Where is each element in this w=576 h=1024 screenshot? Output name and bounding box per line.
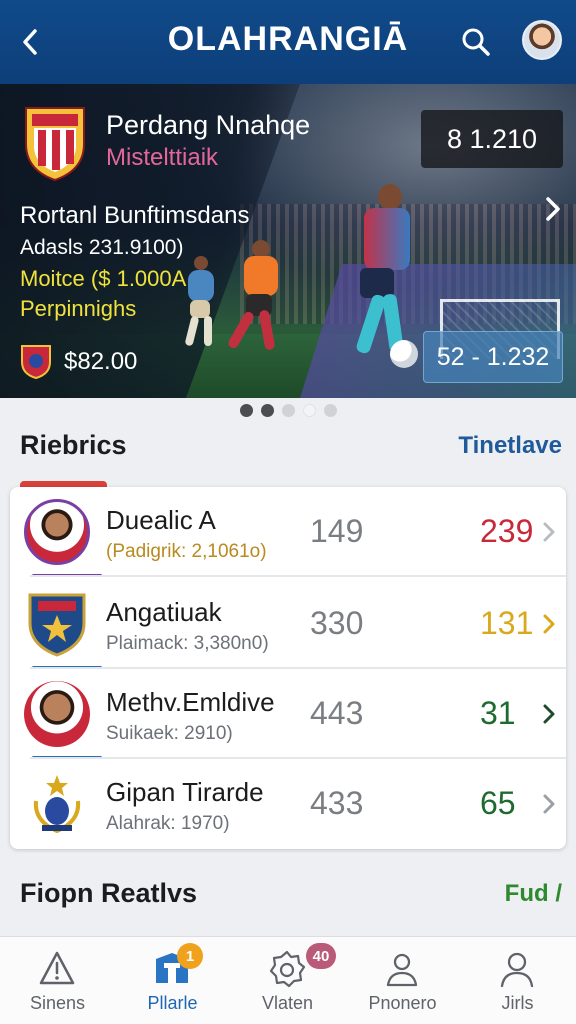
chevron-right-icon[interactable] bbox=[538, 789, 560, 819]
section-title: Fiopn Reatlvs bbox=[20, 878, 198, 908]
nav-label: Jirls bbox=[501, 993, 534, 1013]
user-icon bbox=[500, 952, 534, 988]
section-link[interactable]: Fud / bbox=[505, 880, 562, 908]
row-value: 65 bbox=[480, 785, 516, 821]
section-link[interactable]: Tinetlave bbox=[458, 432, 562, 460]
ranking-card: Duealic A (Padigrik: 2,1061o) 149 239 An… bbox=[10, 487, 566, 849]
list-item[interactable]: Duealic A (Padigrik: 2,1061o) 149 239 bbox=[10, 487, 566, 577]
chevron-right-icon[interactable] bbox=[538, 699, 560, 729]
row-sub: Plaimack: 3,380n0) bbox=[106, 633, 269, 654]
player-avatar-icon bbox=[24, 681, 90, 747]
hero-headline: Rortanl Bunftimsdans bbox=[20, 202, 250, 229]
hero-price: $82.00 bbox=[64, 348, 138, 375]
hero-price-note: Moitce ($ 1.000A bbox=[20, 266, 187, 291]
carousel-indicator[interactable] bbox=[0, 404, 576, 417]
score-box-bottom: 52 - 1.232 bbox=[423, 331, 563, 383]
nav-label: Pllarle bbox=[147, 993, 198, 1013]
score-box-top: 8 1.210 bbox=[421, 110, 563, 168]
list-item[interactable]: Methv.Emldive Suikaek: 2910) 443 31 bbox=[10, 669, 566, 759]
nav-item-sinens[interactable]: Sinens bbox=[0, 937, 115, 1024]
shield-icon bbox=[21, 345, 51, 380]
club-crest-icon bbox=[28, 593, 86, 657]
row-name: Duealic A bbox=[106, 505, 216, 535]
row-stat: 443 bbox=[310, 695, 364, 731]
search-icon bbox=[462, 28, 490, 56]
hero-detail: Adasls 231.9100) bbox=[20, 236, 184, 259]
row-stat: 330 bbox=[310, 605, 364, 641]
chevron-right-icon[interactable] bbox=[538, 609, 560, 639]
row-divider bbox=[30, 575, 566, 577]
row-stat: 149 bbox=[310, 513, 364, 549]
carousel-dot[interactable] bbox=[260, 404, 274, 417]
list-item[interactable]: Angatiuak Plaimack: 3,380n0) 330 131 bbox=[10, 579, 566, 669]
row-name: Methv.Emldive bbox=[106, 687, 275, 717]
row-value: 131 bbox=[480, 605, 534, 641]
row-sub: Alahrak: 1970) bbox=[106, 813, 230, 834]
section-title: Riebrics bbox=[20, 430, 127, 460]
row-name: Gipan Tirarde bbox=[106, 777, 264, 807]
nav-item-pnonero[interactable]: Pnonero bbox=[345, 937, 460, 1024]
alert-icon bbox=[39, 951, 75, 985]
hero-banner[interactable]: Perdang Nnahqe Mistelttiaik 8 1.210 Rort… bbox=[0, 84, 576, 398]
notification-badge: 1 bbox=[177, 943, 203, 969]
list-item[interactable]: Gipan Tirarde Alahrak: 1970) 433 65 bbox=[10, 759, 566, 849]
nav-label: Pnonero bbox=[368, 993, 437, 1013]
nav-item-vlaten[interactable]: 40 Vlaten bbox=[230, 937, 345, 1024]
player-figure bbox=[226, 240, 288, 360]
bottom-nav: Sinens 1 Pllarle 40 Vlaten Pnonero Jirls bbox=[0, 936, 576, 1024]
user-avatar[interactable] bbox=[522, 20, 562, 60]
profile-icon bbox=[386, 953, 418, 987]
carousel-dot[interactable] bbox=[302, 404, 316, 417]
club-badge-icon bbox=[25, 107, 85, 182]
hero-tag: Perpinnighs bbox=[20, 296, 137, 321]
row-sub: (Padigrik: 2,1061o) bbox=[106, 541, 267, 562]
row-value: 31 bbox=[480, 695, 516, 731]
row-sub: Suikaek: 2910) bbox=[106, 723, 233, 744]
player-avatar-icon bbox=[24, 499, 90, 565]
football bbox=[390, 340, 418, 368]
nav-item-pllarle[interactable]: 1 Pllarle bbox=[115, 937, 230, 1024]
chevron-right-icon[interactable] bbox=[538, 517, 560, 547]
nav-item-jirls[interactable]: Jirls bbox=[460, 937, 575, 1024]
app-header: OLAHRANGIĀ bbox=[0, 0, 576, 84]
trophy-crest-icon bbox=[33, 775, 81, 834]
hero-title: Perdang Nnahqe bbox=[106, 110, 311, 140]
row-stat: 433 bbox=[310, 785, 364, 821]
search-button[interactable] bbox=[456, 22, 496, 62]
settings-icon bbox=[269, 950, 306, 988]
carousel-dot[interactable] bbox=[323, 404, 337, 417]
carousel-dot[interactable] bbox=[281, 404, 295, 417]
hero-subtitle: Mistelttiaik bbox=[106, 144, 219, 171]
nav-label: Sinens bbox=[29, 993, 86, 1013]
row-value: 239 bbox=[480, 513, 534, 549]
carousel-dot[interactable] bbox=[239, 404, 253, 417]
notification-badge: 40 bbox=[306, 943, 336, 969]
chevron-right-icon[interactable] bbox=[538, 194, 568, 224]
row-name: Angatiuak bbox=[106, 597, 222, 627]
nav-label: Vlaten bbox=[261, 993, 314, 1013]
